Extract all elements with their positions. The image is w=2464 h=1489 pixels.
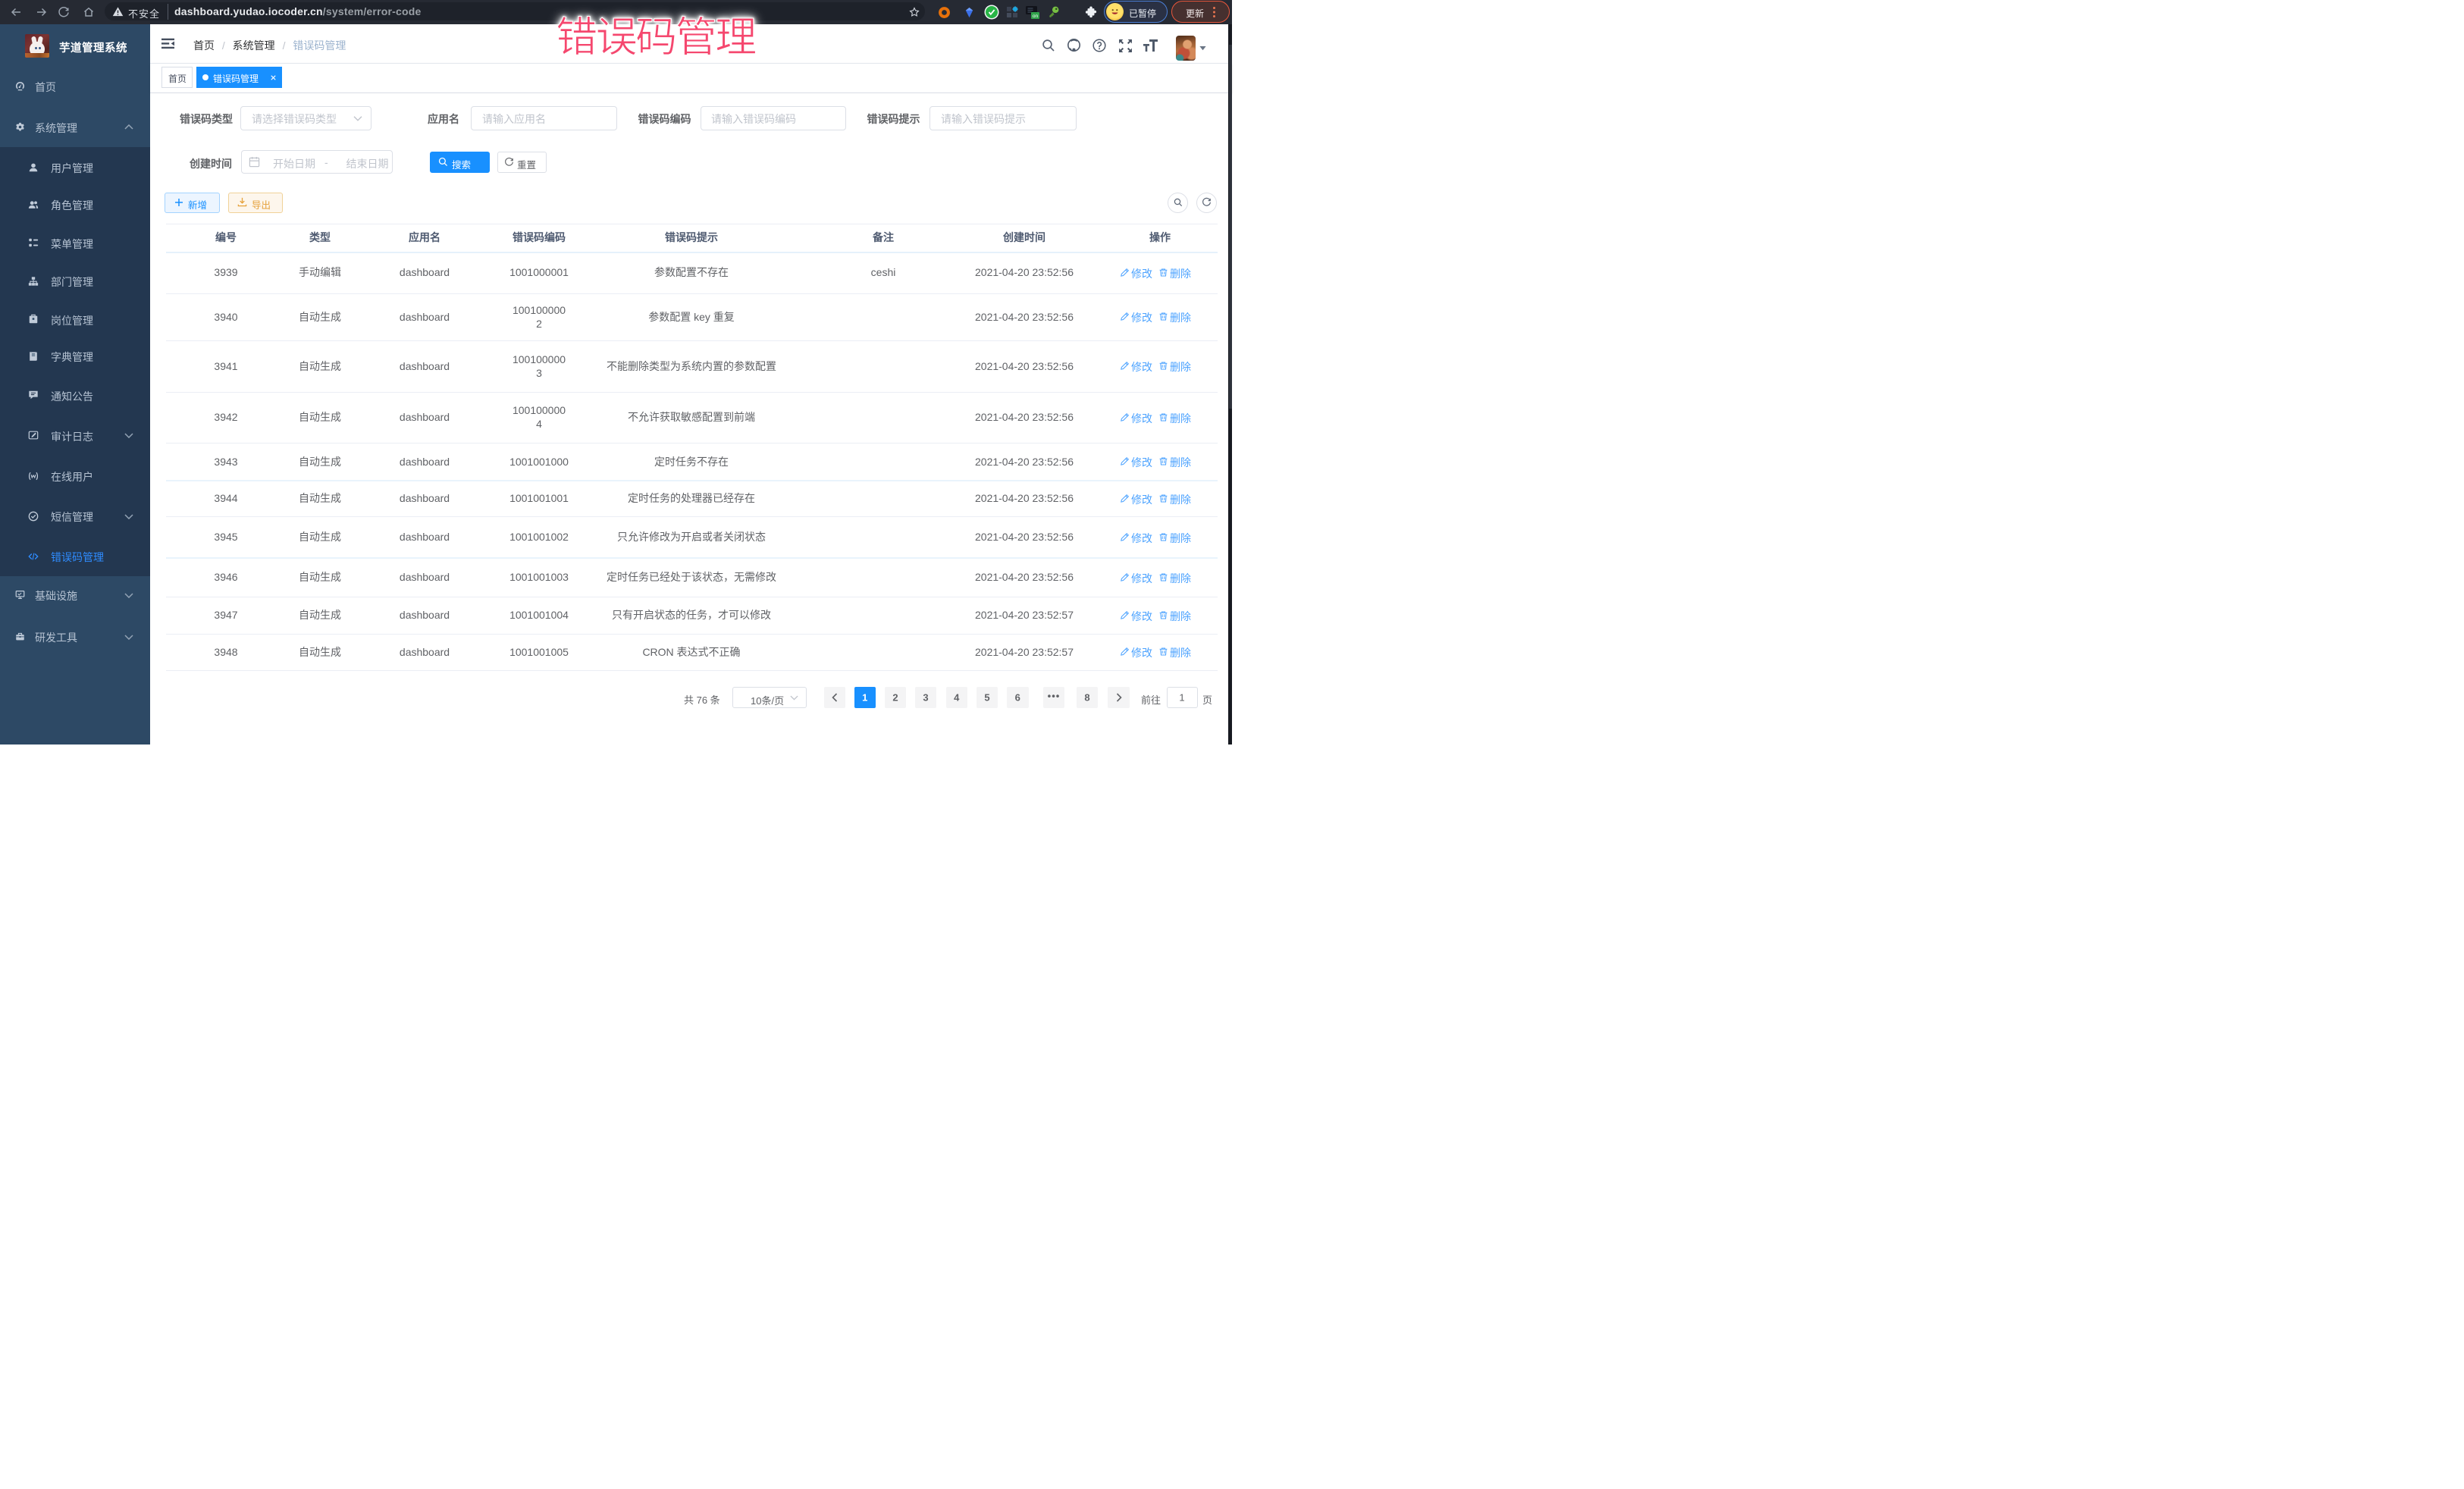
svg-text:on: on xyxy=(1033,14,1039,19)
